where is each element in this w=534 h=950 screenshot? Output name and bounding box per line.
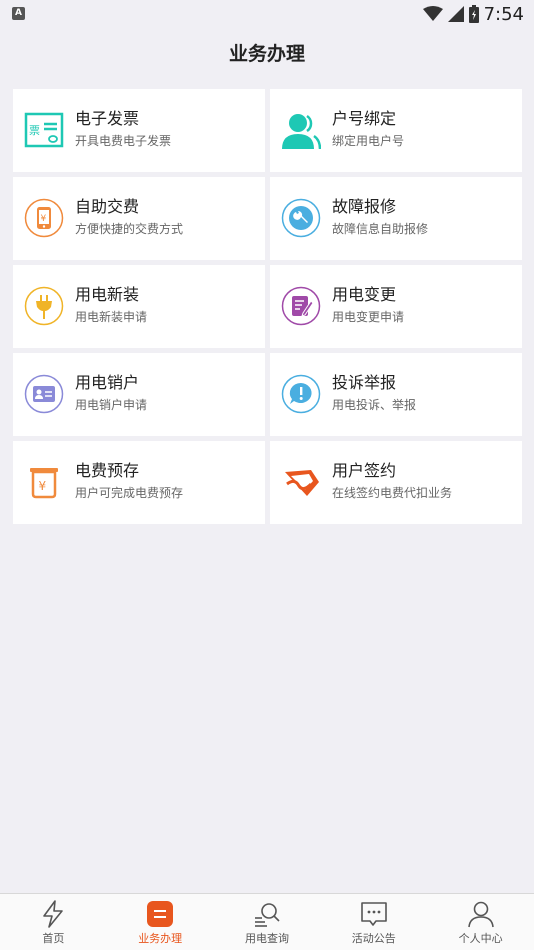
service-subtitle: 用户可完成电费预存: [75, 486, 184, 500]
invoice-icon: 票: [24, 110, 64, 150]
wrench-icon: [281, 198, 321, 238]
service-title: 用电销户: [75, 373, 140, 392]
service-subtitle: 用电新装申请: [75, 310, 148, 324]
service-subtitle: 绑定用电户号: [332, 134, 405, 148]
service-card-prepay[interactable]: ¥ 电费预存 用户可完成电费预存: [13, 441, 265, 524]
tab-profile[interactable]: 个人中心: [427, 894, 534, 950]
tab-announcements[interactable]: 活动公告: [320, 894, 427, 950]
service-title: 用电新装: [75, 285, 140, 304]
service-card-repair[interactable]: 故障报修 故障信息自助报修: [270, 177, 522, 260]
service-subtitle: 在线签约电费代扣业务: [332, 486, 453, 500]
notification-badge: A: [12, 7, 25, 20]
status-time: 7:54: [483, 3, 524, 25]
page-title: 业务办理: [228, 43, 305, 65]
service-title: 电费预存: [75, 461, 140, 480]
service-subtitle: 用电销户申请: [75, 398, 148, 412]
person-icon: [467, 900, 495, 928]
search-list-icon: [253, 900, 281, 928]
id-card-icon: [24, 374, 64, 414]
service-title: 故障报修: [332, 197, 397, 216]
service-card-sign-contract[interactable]: 用户签约 在线签约电费代扣业务: [270, 441, 522, 524]
service-title: 电子发票: [75, 109, 140, 128]
service-card-complaint[interactable]: 投诉举报 用电投诉、举报: [270, 353, 522, 436]
service-title: 自助交费: [75, 197, 140, 216]
service-subtitle: 方便快捷的交费方式: [75, 222, 184, 236]
complaint-icon: [281, 374, 321, 414]
service-title: 用户签约: [332, 461, 397, 480]
plug-icon: [24, 286, 64, 326]
tab-label: 活动公告: [351, 932, 396, 945]
service-grid: 票 电子发票 开具电费电子发票 户号绑定 绑定用电户号 ¥ 自助交费 方便快捷的…: [13, 89, 522, 524]
service-title: 户号绑定: [332, 109, 397, 128]
service-card-new-installation[interactable]: 用电新装 用电新装申请: [13, 265, 265, 348]
service-card-close-account[interactable]: 用电销户 用电销户申请: [13, 353, 265, 436]
business-icon: [146, 900, 174, 928]
status-right: 7:54: [422, 3, 524, 25]
lightning-icon: [39, 900, 67, 928]
prepay-icon: ¥: [24, 462, 64, 502]
battery-icon: [468, 5, 479, 23]
status-bar: A 7:54: [0, 0, 534, 28]
service-card-self-payment[interactable]: ¥ 自助交费 方便快捷的交费方式: [13, 177, 265, 260]
service-title: 投诉举报: [332, 373, 397, 392]
service-subtitle: 故障信息自助报修: [332, 222, 429, 236]
tab-label: 用电查询: [244, 932, 289, 945]
service-title: 用电变更: [332, 285, 397, 304]
tab-query[interactable]: 用电查询: [214, 894, 321, 950]
tab-label: 业务办理: [138, 932, 183, 945]
tab-label: 个人中心: [458, 932, 503, 945]
wifi-icon: [422, 6, 443, 21]
svg-text:票: 票: [29, 124, 40, 137]
service-subtitle: 开具电费电子发票: [75, 134, 172, 148]
service-card-change[interactable]: 用电变更 用电变更申请: [270, 265, 522, 348]
service-subtitle: 用电变更申请: [332, 310, 405, 324]
svg-text:¥: ¥: [39, 479, 47, 493]
self-payment-icon: ¥: [24, 198, 64, 238]
signal-icon: [447, 6, 464, 22]
tab-label: 首页: [42, 932, 65, 945]
tab-business[interactable]: 业务办理: [107, 894, 214, 950]
edit-document-icon: [281, 286, 321, 326]
sign-contract-icon: [281, 462, 321, 502]
chat-bubble-icon: [360, 900, 388, 928]
svg-text:¥: ¥: [41, 214, 47, 224]
user-bind-icon: [281, 110, 321, 150]
tab-home[interactable]: 首页: [0, 894, 107, 950]
service-card-e-invoice[interactable]: 票 电子发票 开具电费电子发票: [13, 89, 265, 172]
bottom-tab-bar: 首页 业务办理 用电查询 活动公告 个人中心: [0, 893, 534, 950]
service-card-account-binding[interactable]: 户号绑定 绑定用电户号: [270, 89, 522, 172]
service-subtitle: 用电投诉、举报: [332, 398, 417, 412]
